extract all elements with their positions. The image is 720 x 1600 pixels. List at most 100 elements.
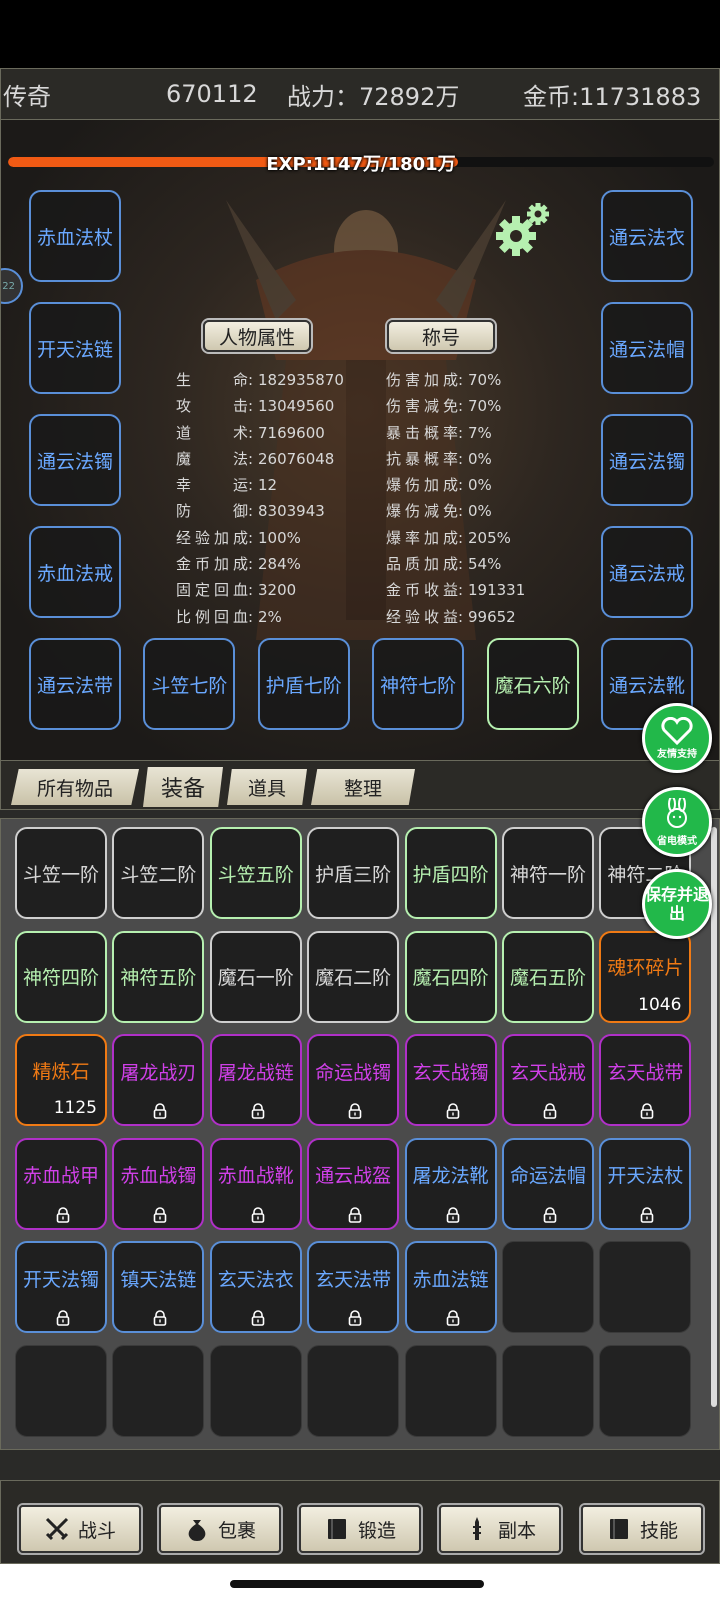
- equip-slot-left-3[interactable]: 通云法镯: [29, 414, 121, 506]
- inventory-item[interactable]: 斗笠五阶: [209, 827, 302, 919]
- inventory-empty-slot[interactable]: [404, 1344, 497, 1437]
- stat-value: 99652: [468, 607, 516, 626]
- inventory-item[interactable]: 魔石二阶: [307, 930, 400, 1023]
- stat-colon: :: [248, 423, 254, 442]
- stat-row: 固定回血:3200: [176, 577, 344, 603]
- equip-slot-right-1[interactable]: 通云法衣: [601, 190, 693, 282]
- equip-slot-bottom-4[interactable]: 神符七阶: [372, 638, 465, 730]
- inventory-item[interactable]: 神符五阶: [112, 930, 205, 1023]
- stat-row: 生命:182935870: [176, 367, 344, 393]
- inventory-empty-slot[interactable]: [502, 1344, 594, 1437]
- inventory-scrollbar[interactable]: [711, 827, 717, 1407]
- inventory-item[interactable]: 命运战镯: [307, 1034, 400, 1126]
- book-icon: [324, 1516, 350, 1542]
- inventory-item[interactable]: 屠龙法靴: [404, 1137, 497, 1230]
- inventory-item[interactable]: 开天法杖: [599, 1137, 692, 1230]
- inventory-empty-slot[interactable]: [15, 1344, 107, 1437]
- inventory-item[interactable]: 镇天法链: [112, 1241, 205, 1333]
- inventory-empty-slot[interactable]: [502, 1241, 594, 1333]
- stat-value: 284%: [258, 555, 301, 574]
- stat-row: 爆伤减免:0%: [386, 498, 525, 524]
- inventory-item[interactable]: 魔石四阶: [404, 930, 497, 1023]
- inventory-item[interactable]: 魔石一阶: [209, 930, 302, 1023]
- title-button[interactable]: 称号: [387, 320, 495, 352]
- inventory-item[interactable]: 护盾三阶: [307, 827, 400, 919]
- tab-equipment[interactable]: 装备: [143, 767, 223, 807]
- equip-slot-right-2[interactable]: 通云法帽: [601, 302, 693, 394]
- lock-icon: [152, 1206, 168, 1223]
- inventory-item[interactable]: 赤血战靴: [209, 1137, 302, 1230]
- nav-button-5[interactable]: 技能: [581, 1505, 703, 1553]
- nav-button-4[interactable]: 副本: [439, 1505, 561, 1553]
- inventory-item[interactable]: 精炼石 1125: [15, 1034, 107, 1126]
- tab-sort[interactable]: 整理: [311, 769, 415, 805]
- inventory-empty-slot[interactable]: [307, 1344, 400, 1437]
- settings-gear-icon[interactable]: [496, 200, 556, 260]
- save-exit-button[interactable]: 保存并退出: [642, 869, 712, 939]
- inventory-item[interactable]: 魔石五阶: [502, 930, 594, 1023]
- tab-props[interactable]: 道具: [227, 769, 307, 805]
- stat-label: 魔法: [176, 449, 248, 468]
- inventory-item[interactable]: 赤血战镯: [112, 1137, 205, 1230]
- stat-row: 暴击概率:7%: [386, 420, 525, 446]
- inventory-item[interactable]: 玄天战戒: [502, 1034, 594, 1126]
- inventory-item[interactable]: 魂环碎片 1046: [599, 930, 692, 1023]
- stat-label: 经验加成: [176, 528, 248, 547]
- nav-button-3[interactable]: 锻造: [299, 1505, 421, 1553]
- inventory-item[interactable]: 命运法帽: [502, 1137, 594, 1230]
- equip-slot-right-3[interactable]: 通云法镯: [601, 414, 693, 506]
- inventory-item[interactable]: 玄天战带: [599, 1034, 692, 1126]
- inventory-empty-slot[interactable]: [599, 1344, 692, 1437]
- equip-slot-bottom-2[interactable]: 斗笠七阶: [143, 638, 236, 730]
- stat-value: 26076048: [258, 449, 335, 468]
- inventory-item[interactable]: 神符四阶: [15, 930, 107, 1023]
- inventory-empty-slot[interactable]: [209, 1344, 302, 1437]
- equip-slot-bottom-3[interactable]: 护盾七阶: [257, 638, 350, 730]
- stat-colon: :: [458, 581, 464, 600]
- equip-slot-left-1[interactable]: 赤血法杖: [29, 190, 121, 282]
- inventory-grid: 斗笠一阶 斗笠二阶 斗笠五阶 护盾三阶 护盾四阶 神符一阶 神符二阶 神符四阶 神符五阶 魔石一阶…: [0, 818, 720, 1450]
- inventory-item[interactable]: 赤血战甲: [15, 1137, 107, 1230]
- equip-slot-left-2[interactable]: 开天法链: [29, 302, 121, 394]
- equip-slot-bottom-1[interactable]: 通云法带: [29, 638, 121, 730]
- inventory-item[interactable]: 玄天战镯: [404, 1034, 497, 1126]
- inventory-empty-slot[interactable]: [112, 1344, 205, 1437]
- crossed-swords-icon: [44, 1516, 70, 1542]
- inventory-item[interactable]: 神符一阶: [502, 827, 594, 919]
- equip-slot-bottom-5[interactable]: 魔石六阶: [486, 638, 579, 730]
- character-attributes-button[interactable]: 人物属性: [203, 320, 311, 352]
- power-save-button[interactable]: 省电模式: [642, 787, 712, 857]
- item-name: 玄天法衣: [217, 1268, 294, 1291]
- inventory-item[interactable]: 斗笠二阶: [112, 827, 205, 919]
- home-indicator[interactable]: [230, 1580, 484, 1588]
- inventory-item[interactable]: 屠龙战刃: [112, 1034, 205, 1126]
- stat-value: 2%: [258, 607, 282, 626]
- stat-value: 0%: [468, 502, 492, 521]
- side-avatar-token[interactable]: 22: [1, 268, 23, 304]
- item-name: 魔石一阶: [217, 967, 294, 989]
- tab-all-items[interactable]: 所有物品: [11, 769, 139, 805]
- stat-colon: :: [458, 449, 464, 468]
- stat-row: 经验收益:99652: [386, 604, 525, 630]
- nav-button-2[interactable]: 包裹: [159, 1505, 281, 1553]
- inventory-empty-slot[interactable]: [599, 1241, 692, 1333]
- item-name: 玄天法带: [315, 1268, 392, 1291]
- heart-icon: [661, 716, 693, 745]
- inventory-item[interactable]: 赤血法链: [404, 1241, 497, 1333]
- inventory-item[interactable]: 斗笠一阶: [15, 827, 107, 919]
- stat-row: 比例回血:2%: [176, 604, 344, 630]
- inventory-item[interactable]: 通云战盔: [307, 1137, 400, 1230]
- inventory-item[interactable]: 玄天法衣: [209, 1241, 302, 1333]
- inventory-item[interactable]: 屠龙战链: [209, 1034, 302, 1126]
- lock-icon: [347, 1102, 363, 1119]
- stat-label: 金币加成: [176, 555, 248, 574]
- inventory-item[interactable]: 开天法镯: [15, 1241, 107, 1333]
- support-button[interactable]: 友情支持: [642, 703, 712, 773]
- lock-icon: [152, 1309, 168, 1326]
- inventory-item[interactable]: 玄天法带: [307, 1241, 400, 1333]
- nav-button-1[interactable]: 战斗: [19, 1505, 141, 1553]
- equip-slot-right-4[interactable]: 通云法戒: [601, 526, 693, 618]
- inventory-item[interactable]: 护盾四阶: [404, 827, 497, 919]
- lock-icon: [639, 1102, 655, 1119]
- equip-slot-left-4[interactable]: 赤血法戒: [29, 526, 121, 618]
